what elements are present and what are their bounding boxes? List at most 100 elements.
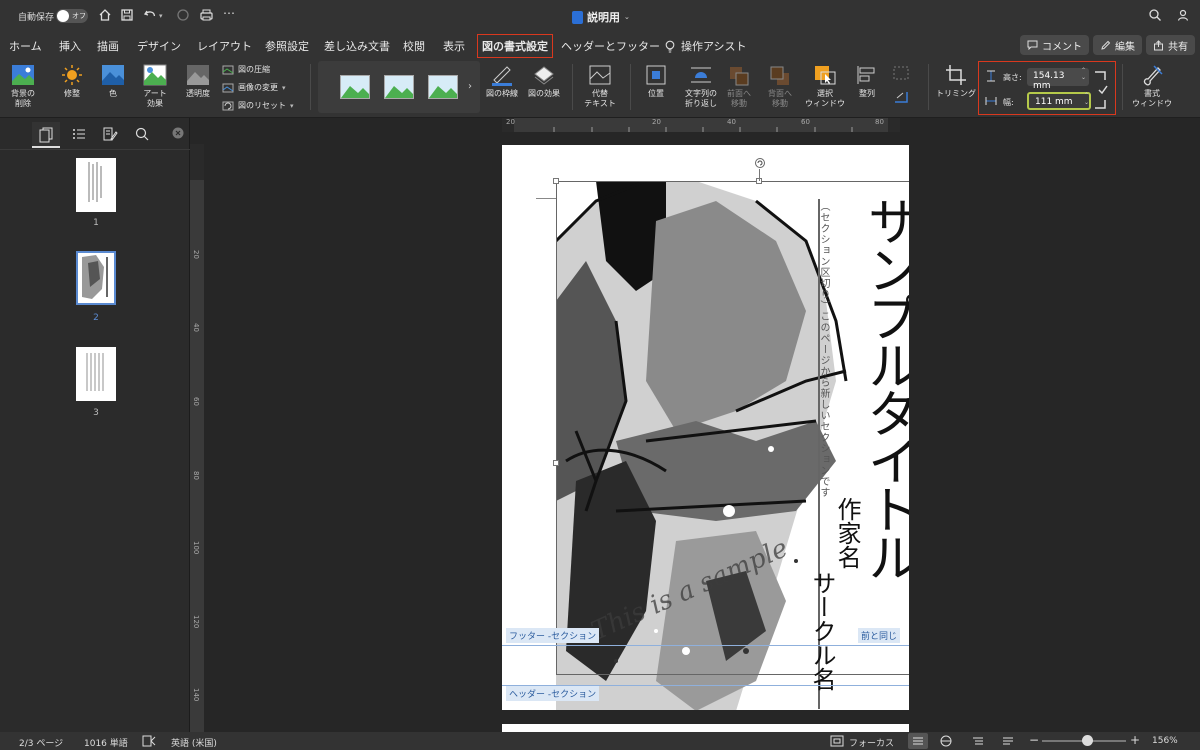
selection-frame[interactable]: [556, 181, 909, 675]
resize-handle-tl[interactable]: [553, 178, 559, 184]
transparency-button[interactable]: 透明度: [180, 64, 216, 99]
gallery-more-icon[interactable]: ›: [468, 81, 472, 92]
color-button[interactable]: 色: [96, 64, 130, 99]
tab-references[interactable]: 参照設定: [265, 38, 309, 54]
picture-border-button[interactable]: 図の枠線: [484, 64, 520, 99]
tab-review[interactable]: 校閲: [403, 38, 425, 54]
draft-view-icon[interactable]: [1002, 735, 1014, 747]
focus-icon[interactable]: [830, 735, 844, 747]
picture-styles-gallery[interactable]: ›: [318, 61, 480, 113]
focus-mode[interactable]: フォーカス: [849, 736, 894, 749]
web-layout-icon[interactable]: [940, 735, 952, 747]
change-picture-button[interactable]: 画像の変更 ▾: [222, 82, 286, 93]
more-icon[interactable]: ⋯: [223, 6, 235, 20]
print-layout-view[interactable]: [908, 733, 928, 749]
share-label: 共有: [1168, 41, 1188, 53]
compress-pictures-button[interactable]: 図の圧縮: [222, 64, 270, 75]
remove-background-button[interactable]: 背景の 削除: [6, 64, 40, 109]
tab-design[interactable]: デザイン: [137, 38, 181, 54]
page-thumbnail-3[interactable]: [76, 347, 116, 401]
group-icon[interactable]: [893, 66, 909, 80]
proofing-icon[interactable]: [142, 735, 156, 747]
height-input[interactable]: 154.13 mm: [1027, 68, 1089, 91]
position-button[interactable]: 位置: [638, 64, 674, 99]
selection-pane-button[interactable]: 選択 ウィンドウ: [802, 64, 848, 109]
zoom-slider-thumb[interactable]: [1082, 735, 1093, 746]
alt-text-button[interactable]: 代替 テキスト: [580, 64, 620, 109]
format-pane-label-2: ウィンドウ: [1132, 99, 1172, 108]
close-pane-icon[interactable]: [172, 127, 184, 139]
tab-tell-me[interactable]: 操作アシスト: [665, 38, 747, 54]
picture-style-3[interactable]: [428, 75, 458, 99]
find-icon[interactable]: [134, 126, 150, 142]
zoom-in-icon[interactable]: +: [1130, 733, 1140, 747]
undo-dropdown-icon[interactable]: ▾: [159, 12, 163, 20]
format-pane-button[interactable]: 書式 ウィンドウ: [1130, 64, 1174, 109]
ribbon-tabs: ホーム 挿入 描画 デザイン レイアウト 参照設定 差し込み文書 校閲 表示 図…: [0, 32, 1200, 60]
rotate-handle-icon[interactable]: [754, 157, 766, 169]
share-button[interactable]: 共有: [1146, 35, 1195, 55]
picture-style-1[interactable]: [340, 75, 370, 99]
width-input[interactable]: 111 mm: [1027, 92, 1091, 110]
align-button[interactable]: 整列: [850, 64, 884, 99]
tab-home[interactable]: ホーム: [9, 38, 42, 54]
outline-icon[interactable]: [71, 126, 87, 142]
print-icon[interactable]: [199, 8, 214, 22]
thumbnails-tab[interactable]: [32, 122, 60, 148]
document-title[interactable]: 説明用 ⌄: [572, 9, 630, 25]
height-stepper-icon[interactable]: ⌃ ⌄: [1081, 67, 1086, 81]
account-icon[interactable]: [1176, 8, 1190, 22]
word-count[interactable]: 1016 単語: [84, 736, 128, 749]
redo-icon[interactable]: [176, 8, 190, 22]
format-pane-icon: [1143, 65, 1163, 86]
v-ruler-tick-1: 20: [192, 250, 200, 259]
vertical-ruler[interactable]: 20 40 60 80 100 120 140: [190, 118, 204, 734]
compress-label: 図の圧縮: [238, 65, 270, 74]
zoom-level[interactable]: 156%: [1152, 736, 1178, 746]
page-thumbnail-1[interactable]: [76, 158, 116, 212]
rotate-icon[interactable]: [893, 90, 909, 104]
page-count[interactable]: 2/3 ページ: [19, 736, 63, 749]
document-page[interactable]: （セクション区切り）このページから新しいセクションです サンプルタイトル 作家名…: [502, 145, 909, 710]
tab-view[interactable]: 表示: [443, 38, 465, 54]
language[interactable]: 英語 (米国): [171, 736, 217, 749]
lock-aspect-bracket-icon[interactable]: [1093, 68, 1109, 112]
tab-picture-format[interactable]: 図の書式設定: [477, 34, 553, 60]
remove-bg-label-2: 削除: [15, 99, 31, 108]
tab-insert[interactable]: 挿入: [59, 38, 81, 54]
tab-draw[interactable]: 描画: [97, 38, 119, 54]
wrap-text-button[interactable]: 文字列の 折り返し: [678, 64, 724, 109]
outline-view-icon[interactable]: [972, 735, 984, 747]
send-backward-icon: [770, 66, 789, 85]
corrections-button[interactable]: 修整: [52, 64, 92, 99]
zoom-out-icon[interactable]: −: [1029, 733, 1039, 747]
search-icon[interactable]: [1148, 8, 1162, 22]
next-document-page[interactable]: [502, 724, 909, 732]
edit-notes-icon[interactable]: [102, 126, 118, 142]
picture-border-icon: [492, 66, 512, 86]
picture-effects-button[interactable]: 図の効果: [526, 64, 562, 99]
picture-style-2[interactable]: [384, 75, 414, 99]
align-icon: [857, 66, 875, 84]
bring-forward-button[interactable]: 前面へ 移動: [722, 64, 756, 109]
undo-icon[interactable]: [143, 8, 157, 22]
home-icon[interactable]: [98, 8, 112, 22]
tab-mailings[interactable]: 差し込み文書: [324, 38, 390, 54]
page-thumbnail-2[interactable]: [76, 251, 116, 305]
horizontal-ruler[interactable]: 20 20 40 60 80: [190, 118, 1200, 132]
save-icon[interactable]: [120, 8, 134, 22]
edit-button[interactable]: 編集: [1093, 35, 1142, 55]
send-backward-button[interactable]: 背面へ 移動: [762, 64, 798, 109]
artistic-effects-button[interactable]: アート 効果: [136, 64, 174, 109]
reset-picture-button[interactable]: 図のリセット ▾: [222, 100, 294, 111]
h-ruler-tick-2: 20: [652, 118, 661, 126]
resize-handle-left[interactable]: [553, 460, 559, 466]
autosave-toggle[interactable]: オフ: [56, 9, 88, 23]
tab-header-footer[interactable]: ヘッダーとフッター: [561, 38, 660, 54]
width-stepper-icon[interactable]: ⌃ ⌄: [1084, 92, 1089, 106]
crop-button[interactable]: トリミング: [934, 64, 978, 99]
tab-layout[interactable]: レイアウト: [197, 38, 252, 54]
autosave-state: オフ: [72, 12, 86, 20]
selection-label-2: ウィンドウ: [805, 99, 845, 108]
comment-button[interactable]: コメント: [1020, 35, 1089, 55]
